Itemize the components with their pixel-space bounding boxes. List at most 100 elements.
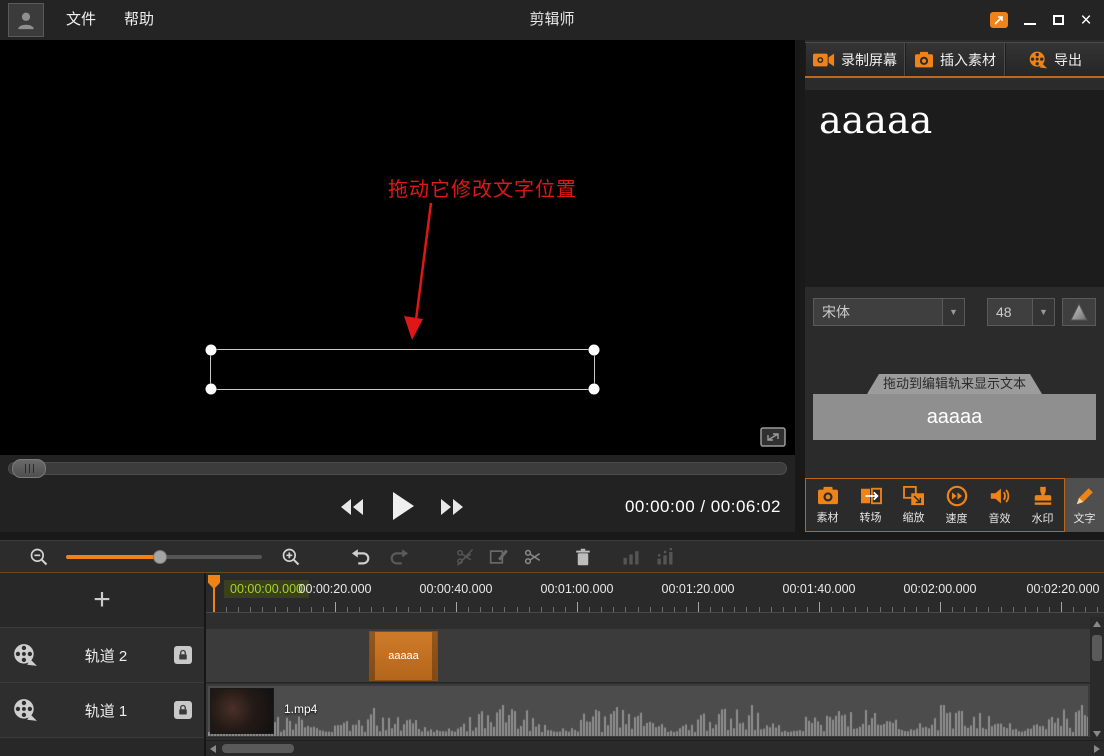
video-camera-icon — [813, 51, 835, 69]
maximize-icon — [1053, 15, 1064, 25]
film-reel-icon — [12, 697, 38, 723]
fast-forward-button[interactable] — [438, 495, 466, 519]
text-drag-preview[interactable]: aaaaa — [813, 394, 1096, 440]
export-button[interactable]: 导出 — [1005, 43, 1104, 76]
seek-handle[interactable] — [12, 459, 46, 478]
window-title: 剪辑师 — [529, 0, 574, 40]
tool-sound[interactable]: 音效 — [978, 479, 1021, 531]
undo-button[interactable] — [350, 546, 372, 568]
ruler-timestamp: 00:01:00.000 — [532, 582, 622, 596]
scroll-down-arrow[interactable] — [1093, 731, 1101, 737]
stats-bars-button[interactable] — [620, 546, 642, 568]
zoom-in-icon — [281, 547, 301, 567]
mute-clip-button[interactable] — [454, 546, 476, 568]
horizontal-scrollbar[interactable] — [206, 740, 1104, 756]
font-size-select[interactable]: 48 ▼ — [987, 298, 1055, 326]
tool-scale[interactable]: 缩放 — [892, 479, 935, 531]
cut-clip-button[interactable] — [522, 546, 544, 568]
redo-button[interactable] — [388, 546, 410, 568]
edit-square-icon — [489, 547, 509, 567]
tool-speed[interactable]: 速度 — [935, 479, 978, 531]
tool-text[interactable]: 文字 — [1065, 478, 1104, 532]
zoom-out-button[interactable] — [28, 546, 50, 568]
text-selection-box[interactable] — [210, 349, 595, 390]
text-content-editor[interactable]: aaaaa — [805, 90, 1104, 287]
speaker-icon — [989, 485, 1011, 507]
zoom-in-button[interactable] — [280, 546, 302, 568]
lock-icon — [177, 649, 189, 661]
close-button[interactable]: × — [1072, 6, 1100, 34]
rewind-button[interactable] — [338, 495, 366, 519]
play-button[interactable] — [388, 489, 418, 523]
edit-clip-button[interactable] — [488, 546, 510, 568]
mute-scissors-icon — [455, 547, 475, 567]
user-avatar[interactable] — [8, 3, 44, 37]
font-family-value: 宋体 — [814, 299, 942, 325]
record-screen-button[interactable]: 录制屏幕 — [805, 43, 905, 76]
export-label: 导出 — [1054, 50, 1082, 70]
track-header-1[interactable]: 轨道 1 — [0, 683, 204, 738]
add-track-button[interactable]: + — [0, 573, 204, 628]
font-color-button[interactable] — [1062, 298, 1096, 326]
chevron-down-icon: ▼ — [942, 299, 964, 325]
track-lane-1[interactable]: 1.mp4 — [206, 684, 1104, 738]
tool-watermark[interactable]: 水印 — [1021, 479, 1064, 531]
timeline-clip-text[interactable]: aaaaa — [369, 631, 438, 681]
tool-label: 音效 — [989, 510, 1011, 526]
stats-dots-button[interactable] — [654, 546, 676, 568]
tool-label: 转场 — [860, 509, 882, 525]
delete-clip-button[interactable] — [572, 546, 594, 568]
timeline-clip-video[interactable]: 1.mp4 — [208, 686, 1088, 736]
track-headers: + 轨道 2 轨道 1 — [0, 573, 206, 756]
dot-chart-icon — [655, 547, 675, 567]
tool-material[interactable]: 素材 — [806, 479, 849, 531]
clip-filename: 1.mp4 — [284, 702, 317, 716]
track-lane-2[interactable]: aaaaa — [206, 629, 1104, 683]
transition-icon — [860, 486, 882, 506]
lock-track-button[interactable] — [174, 646, 192, 664]
menu-file[interactable]: 文件 — [52, 0, 110, 40]
ruler-timestamp: 00:02:20.000 — [1018, 582, 1104, 596]
trash-icon — [574, 547, 592, 567]
tool-label: 缩放 — [903, 509, 925, 525]
arrow-up-right-icon — [993, 14, 1005, 26]
ruler-timestamp: 00:01:40.000 — [774, 582, 864, 596]
scale-icon — [903, 486, 925, 506]
video-thumbnail — [210, 688, 274, 734]
lock-track-button[interactable] — [174, 701, 192, 719]
vertical-scroll-thumb[interactable] — [1092, 635, 1102, 661]
minimize-button[interactable] — [1016, 6, 1044, 34]
seek-bar[interactable] — [8, 462, 787, 475]
horizontal-scroll-thumb[interactable] — [222, 744, 294, 753]
resize-handle-top-left[interactable] — [206, 345, 217, 356]
video-preview-canvas[interactable]: 拖动它修改文字位置 — [0, 40, 795, 455]
resize-handle-bottom-left[interactable] — [206, 384, 217, 395]
insert-material-button[interactable]: 插入素材 — [905, 43, 1005, 76]
ruler-timestamp: 00:00:40.000 — [411, 582, 501, 596]
timeline-zoom-slider[interactable] — [66, 546, 262, 568]
track-header-2[interactable]: 轨道 2 — [0, 628, 204, 683]
track-label: 轨道 2 — [38, 645, 174, 666]
resize-handle-top-right[interactable] — [589, 345, 600, 356]
timeline-ruler[interactable]: 00:00:00.000 00:00:20.000 00:00:40.000 0… — [206, 573, 1104, 613]
font-family-select[interactable]: 宋体 ▼ — [813, 298, 965, 326]
vertical-scrollbar[interactable] — [1090, 617, 1104, 741]
menu-help[interactable]: 帮助 — [110, 0, 168, 40]
redo-icon — [388, 547, 410, 567]
tools-frame: 素材 转场 缩放 速度 音效 水印 — [805, 478, 1065, 532]
fit-screen-button[interactable] — [760, 427, 786, 449]
scroll-right-arrow[interactable] — [1094, 745, 1100, 753]
tool-label: 文字 — [1074, 510, 1096, 526]
rewind-icon — [339, 497, 365, 517]
tool-label: 水印 — [1032, 510, 1054, 526]
timeline-toolbar — [0, 540, 1104, 572]
zoom-slider-handle[interactable] — [153, 550, 167, 564]
scroll-up-arrow[interactable] — [1093, 621, 1101, 627]
maximize-button[interactable] — [1044, 6, 1072, 34]
tool-transition[interactable]: 转场 — [849, 479, 892, 531]
resize-handle-bottom-right[interactable] — [589, 384, 600, 395]
scroll-left-arrow[interactable] — [210, 745, 216, 753]
photo-camera-icon — [914, 51, 934, 69]
feedback-icon[interactable] — [990, 12, 1008, 28]
playback-controls: 00:00:00 / 00:06:02 — [0, 455, 795, 532]
